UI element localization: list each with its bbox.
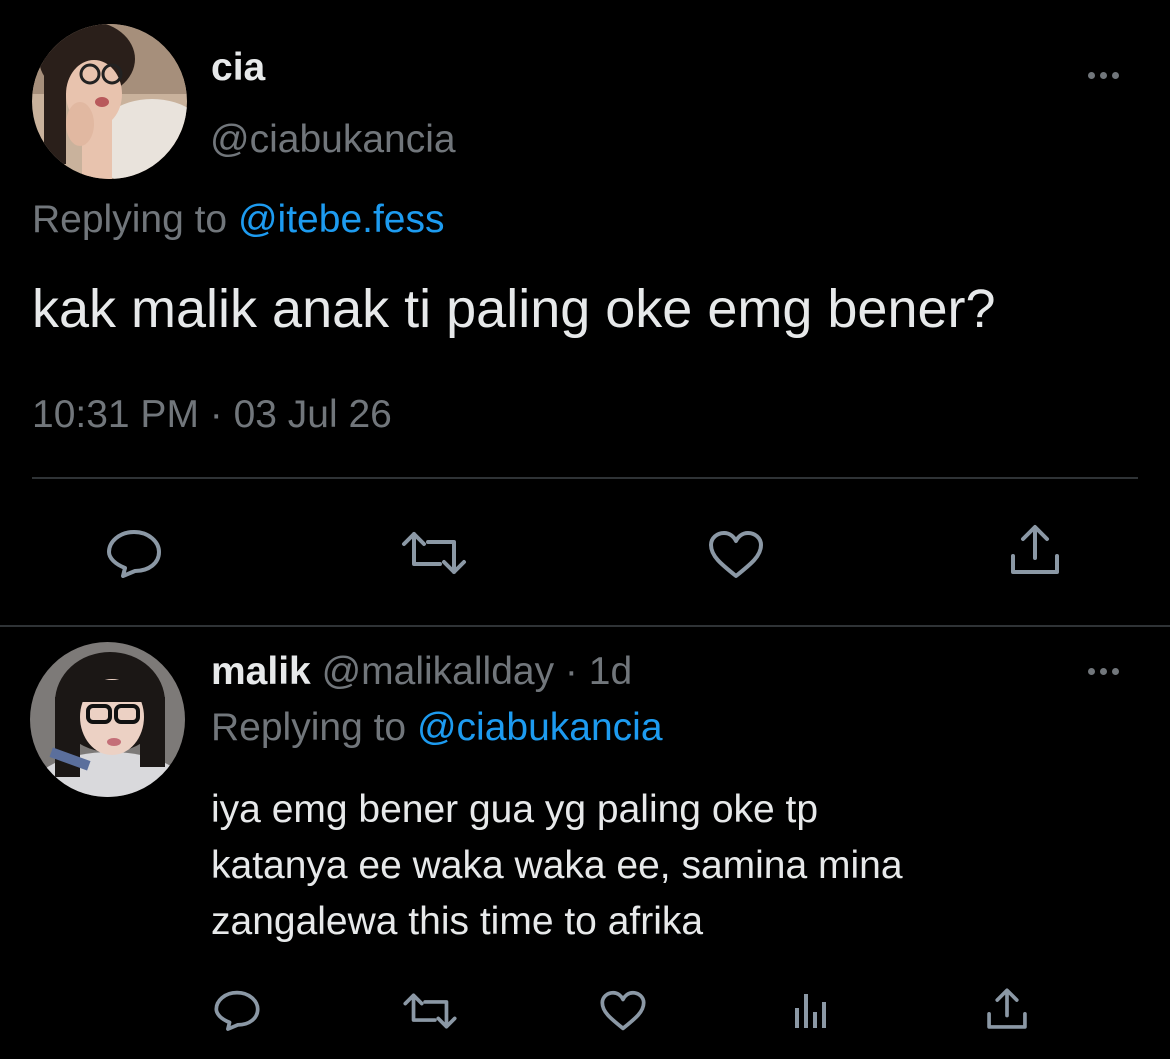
share-icon[interactable] <box>1008 522 1062 578</box>
avatar-cia[interactable] <box>32 24 187 179</box>
reply-text-line: iya emg bener gua yg paling oke tp <box>211 788 819 831</box>
more-icon[interactable] <box>1088 72 1119 79</box>
replying-to: Replying to @itebe.fess <box>32 198 445 242</box>
more-icon[interactable] <box>1088 668 1119 675</box>
tweet-timestamp[interactable]: 10:31 PM · 03 Jul 26 <box>32 393 392 437</box>
reply-author-handle[interactable]: @malikallday <box>322 650 555 693</box>
separator: · <box>564 650 578 693</box>
reply-text-line: zangalewa this time to afrika <box>211 900 704 943</box>
reply-icon[interactable] <box>105 528 163 578</box>
retweet-icon[interactable] <box>400 530 468 576</box>
heart-icon[interactable] <box>599 990 647 1032</box>
author-handle[interactable]: @ciabukancia <box>210 118 456 162</box>
divider <box>32 477 1138 479</box>
tweet-text: kak malik anak ti paling oke emg bener? <box>32 279 996 339</box>
replying-to-handle-link[interactable]: @ciabukancia <box>417 706 663 749</box>
avatar-malik[interactable] <box>30 642 185 797</box>
author-display-name[interactable]: cia <box>211 46 265 90</box>
reply-replying-to: Replying to @ciabukancia <box>211 706 663 750</box>
share-icon[interactable] <box>985 986 1029 1032</box>
reply-header: malik @malikallday · 1d <box>211 650 632 694</box>
heart-icon[interactable] <box>707 530 765 580</box>
reply-author-display-name[interactable]: malik <box>211 650 311 693</box>
reply-age[interactable]: 1d <box>589 650 632 693</box>
reply-text-line: katanya ee waka waka ee, samina mina <box>211 844 903 887</box>
divider <box>0 625 1170 627</box>
analytics-icon[interactable] <box>792 990 832 1030</box>
replying-to-label: Replying to <box>32 198 228 241</box>
reply-text: iya emg bener gua yg paling oke tp katan… <box>211 782 903 950</box>
replying-to-label: Replying to <box>211 706 407 749</box>
reply-icon[interactable] <box>213 989 261 1031</box>
replying-to-handle-link[interactable]: @itebe.fess <box>238 198 445 241</box>
retweet-icon[interactable] <box>402 992 458 1030</box>
